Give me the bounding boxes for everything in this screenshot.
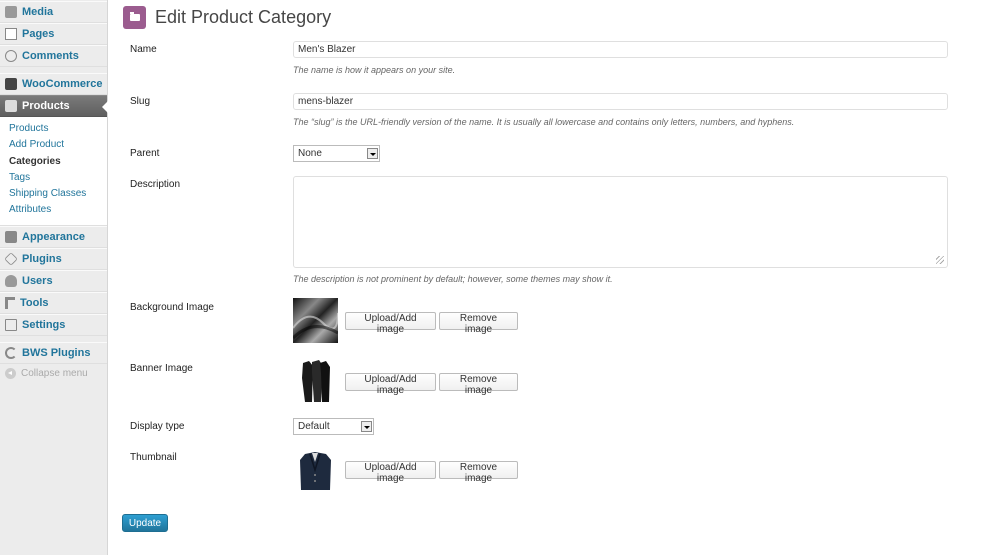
sidebar-item-label: Settings (22, 318, 66, 331)
thumbnail-upload-button[interactable]: Upload/Add image (345, 461, 436, 484)
parent-label: Parent (130, 148, 160, 159)
name-description: The name is how it appears on your site. (293, 65, 456, 75)
sidebar-item-label: WooCommerce (22, 78, 103, 90)
background-image-label: Background Image (130, 302, 214, 313)
description-textarea[interactable] (293, 176, 948, 268)
media-icon (5, 6, 17, 18)
sidebar-item-woocommerce[interactable]: WooCommerce (0, 73, 107, 95)
folder-icon (123, 6, 146, 29)
parent-select-value: None (298, 148, 322, 159)
display-type-select-value: Default (298, 421, 330, 432)
admin-sidebar: Media Pages Comments WooCommerce Product… (0, 0, 108, 555)
sidebar-item-comments[interactable]: Comments (0, 45, 107, 67)
sidebar-item-products[interactable]: Products (0, 95, 108, 117)
products-submenu: Products Add Product Categories Tags Shi… (0, 117, 107, 226)
sidebar-item-label: Pages (22, 28, 55, 40)
thumbnail-image (293, 448, 338, 493)
sidebar-item-label: BWS Plugins (22, 346, 91, 359)
display-type-select[interactable]: Default (293, 418, 374, 435)
background-upload-button[interactable]: Upload/Add image (345, 312, 436, 335)
main-content: Edit Product Category Name The name is h… (108, 0, 1000, 555)
thumbnail-remove-button[interactable]: Remove image (439, 461, 518, 484)
sidebar-item-users[interactable]: Users (0, 269, 107, 292)
products-icon (5, 100, 17, 112)
description-hint: The description is not prominent by defa… (293, 274, 613, 284)
collapse-menu-label: Collapse menu (21, 367, 88, 379)
page-header: Edit Product Category (123, 6, 331, 29)
sidebar-item-pages[interactable]: Pages (0, 23, 107, 45)
appearance-icon (5, 230, 17, 243)
sidebar-item-plugins[interactable]: Plugins (0, 247, 107, 270)
sidebar-item-media[interactable]: Media (0, 1, 107, 23)
submenu-item-attributes[interactable]: Attributes (0, 202, 107, 218)
banner-image-label: Banner Image (130, 363, 193, 374)
submenu-item-shipping-classes[interactable]: Shipping Classes (0, 186, 107, 202)
page-title: Edit Product Category (155, 7, 332, 27)
banner-upload-button[interactable]: Upload/Add image (345, 373, 436, 396)
collapse-arrow-icon (5, 367, 16, 379)
chevron-down-icon (367, 148, 378, 159)
slug-description: The “slug” is the URL-friendly version o… (293, 117, 795, 127)
submenu-item-tags[interactable]: Tags (0, 170, 107, 186)
chevron-down-icon (361, 421, 372, 432)
sidebar-item-label: Users (22, 274, 53, 287)
settings-icon (5, 318, 17, 331)
users-icon (5, 274, 17, 287)
slug-input[interactable] (293, 93, 948, 110)
woocommerce-icon (5, 78, 17, 90)
pages-icon (5, 28, 17, 40)
name-input[interactable] (293, 41, 948, 58)
parent-select[interactable]: None (293, 145, 380, 162)
sidebar-item-tools[interactable]: Tools (0, 291, 107, 314)
update-button[interactable]: Update (122, 514, 168, 532)
tools-icon (5, 296, 15, 309)
submenu-item-add-product[interactable]: Add Product (0, 137, 107, 153)
sidebar-item-appearance[interactable]: Appearance (0, 225, 107, 248)
slug-label: Slug (130, 96, 151, 107)
sidebar-item-label: Appearance (22, 230, 85, 243)
banner-image-thumbnail (293, 358, 338, 403)
background-remove-button[interactable]: Remove image (439, 312, 518, 335)
thumbnail-label: Thumbnail (130, 452, 177, 463)
name-label: Name (130, 44, 157, 55)
sidebar-item-label: Tools (20, 296, 49, 309)
sidebar-item-bws-plugins[interactable]: BWS Plugins (0, 341, 107, 364)
banner-remove-button[interactable]: Remove image (439, 373, 518, 396)
bws-plugins-icon (5, 346, 17, 359)
plugins-icon (4, 251, 18, 266)
display-type-label: Display type (130, 421, 185, 432)
sidebar-item-label: Media (22, 6, 54, 18)
sidebar-item-label: Comments (22, 50, 79, 62)
collapse-menu-button[interactable]: Collapse menu (0, 367, 107, 379)
sidebar-item-label: Plugins (22, 252, 62, 265)
comments-icon (5, 50, 17, 62)
description-label: Description (130, 179, 181, 190)
resize-grip-icon[interactable] (936, 256, 944, 264)
submenu-item-products[interactable]: Products (0, 121, 107, 137)
background-image-thumbnail (293, 298, 338, 343)
submenu-item-categories[interactable]: Categories (0, 154, 107, 170)
sidebar-item-label: Products (22, 100, 70, 112)
sidebar-item-settings[interactable]: Settings (0, 313, 107, 336)
